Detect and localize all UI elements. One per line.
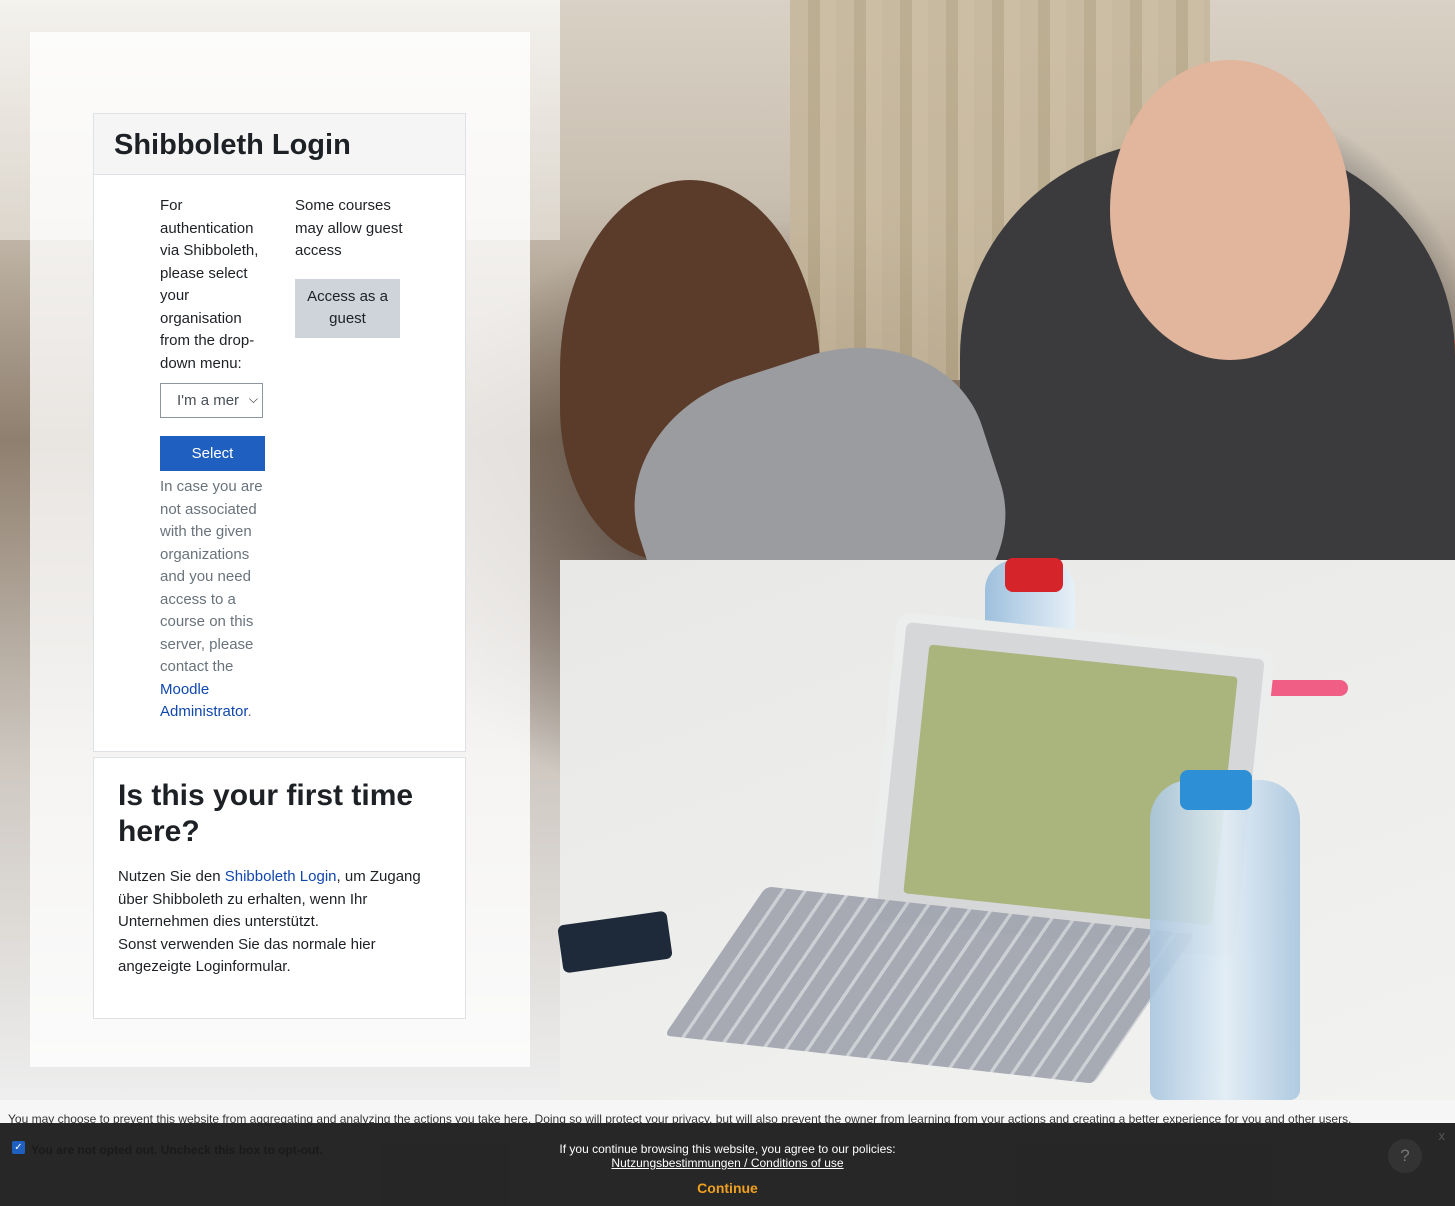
first-time-line2: Sonst verwenden Sie das normale hier ang…: [118, 935, 376, 976]
select-button[interactable]: Select: [160, 436, 265, 471]
continue-button[interactable]: Continue: [0, 1180, 1455, 1196]
organisation-select-value: I'm a mer: [177, 392, 239, 409]
guest-text: Some courses may allow guest access: [295, 197, 403, 259]
first-time-body: Nutzen Sie den Shibboleth Login, um Zuga…: [118, 866, 438, 979]
guest-access-button[interactable]: Access as a guest: [295, 279, 400, 338]
cookie-banner: ✓ You are not opted out. Uncheck this bo…: [0, 1123, 1455, 1206]
card-header: Shibboleth Login: [94, 114, 465, 175]
organisation-column: For authentication via Shibboleth, pleas…: [160, 195, 268, 375]
help-text-block: In case you are not associated with the …: [160, 476, 268, 724]
close-icon[interactable]: x: [1439, 1128, 1446, 1143]
shibboleth-login-link[interactable]: Shibboleth Login: [225, 868, 337, 885]
first-time-card: Is this your first time here? Nutzen Sie…: [93, 757, 466, 1019]
policy-line: Nutzungsbestimmungen / Conditions of use: [0, 1156, 1455, 1170]
first-time-title: Is this your first time here?: [118, 779, 414, 848]
policy-link[interactable]: Nutzungsbestimmungen / Conditions of use: [611, 1156, 843, 1170]
login-instructions: For authentication via Shibboleth, pleas…: [160, 197, 259, 372]
guest-column: Some courses may allow guest access: [295, 195, 405, 263]
cookie-message: If you continue browsing this website, y…: [559, 1142, 896, 1156]
help-text: In case you are not associated with the …: [160, 478, 263, 675]
organisation-select[interactable]: I'm a mer ⌵: [160, 383, 263, 418]
chevron-down-icon: ⌵: [248, 392, 258, 406]
moodle-administrator-link[interactable]: Moodle Administrator: [160, 681, 248, 721]
help-icon[interactable]: ?: [1388, 1139, 1422, 1173]
login-title: Shibboleth Login: [114, 129, 351, 161]
help-suffix: .: [247, 703, 252, 720]
shibboleth-login-card: Shibboleth Login For authentication via …: [93, 113, 466, 752]
first-time-prefix: Nutzen Sie den: [118, 868, 225, 885]
